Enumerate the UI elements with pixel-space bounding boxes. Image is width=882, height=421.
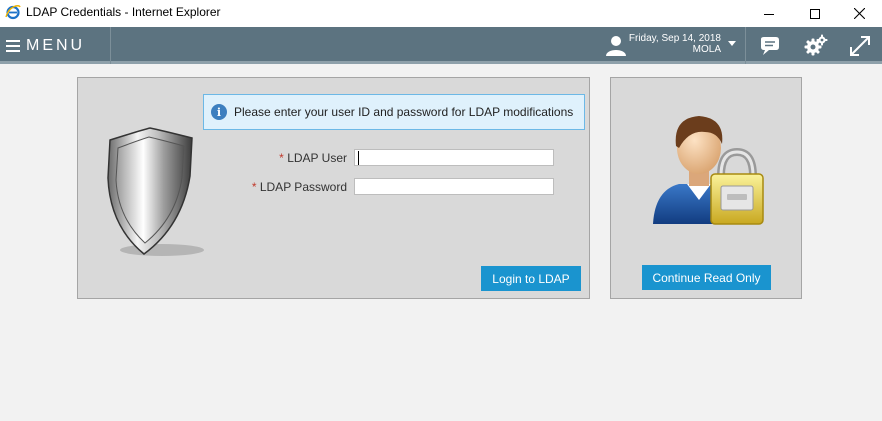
maximize-button[interactable] (792, 0, 838, 27)
ldap-password-label: * LDAP Password (252, 180, 347, 194)
user-lock-icon (653, 116, 764, 225)
text-cursor (358, 151, 359, 165)
info-icon: i (211, 104, 227, 120)
user-menu[interactable]: Friday, Sep 14, 2018 MOLA (600, 27, 746, 64)
window-titlebar: LDAP Credentials - Internet Explorer (0, 0, 882, 27)
minimize-button[interactable] (746, 0, 792, 27)
minimize-icon (764, 13, 774, 15)
login-to-ldap-button[interactable]: Login to LDAP (481, 266, 581, 291)
hamburger-icon (6, 39, 20, 52)
info-message: Please enter your user ID and password f… (234, 105, 574, 119)
internet-explorer-icon (5, 5, 21, 20)
menu-label: MENU (26, 36, 86, 54)
ldap-password-label-text: LDAP Password (259, 180, 347, 194)
continue-read-only-button[interactable]: Continue Read Only (642, 265, 771, 290)
required-marker: * (251, 180, 257, 194)
menu-button[interactable]: MENU (0, 27, 111, 64)
shield-icon (107, 127, 204, 256)
window-title: LDAP Credentials - Internet Explorer (26, 5, 221, 19)
gear-icon[interactable] (804, 34, 828, 58)
ldap-password-row: * LDAP Password (203, 178, 583, 196)
read-only-panel: Continue Read Only (610, 77, 802, 299)
close-icon (853, 8, 865, 19)
username: MOLA (692, 44, 721, 55)
chat-icon[interactable] (758, 34, 782, 58)
info-message-box: i Please enter your user ID and password… (203, 94, 585, 130)
close-button[interactable] (836, 0, 882, 27)
ldap-password-input[interactable] (354, 178, 554, 195)
user-icon (606, 36, 626, 56)
ldap-login-panel: i Please enter your user ID and password… (77, 77, 590, 299)
ldap-user-row: * LDAP User (203, 149, 583, 167)
ldap-user-input[interactable] (354, 149, 554, 166)
expand-icon[interactable] (848, 34, 872, 58)
chevron-down-icon (728, 41, 736, 46)
ldap-user-label-text: LDAP User (287, 151, 347, 165)
current-date: Friday, Sep 14, 2018 (628, 33, 721, 44)
ldap-user-label: * LDAP User (279, 151, 347, 165)
required-marker: * (279, 151, 284, 165)
app-header: MENU Friday, Sep 14, 2018 MOLA (0, 27, 882, 64)
maximize-icon (810, 8, 820, 19)
